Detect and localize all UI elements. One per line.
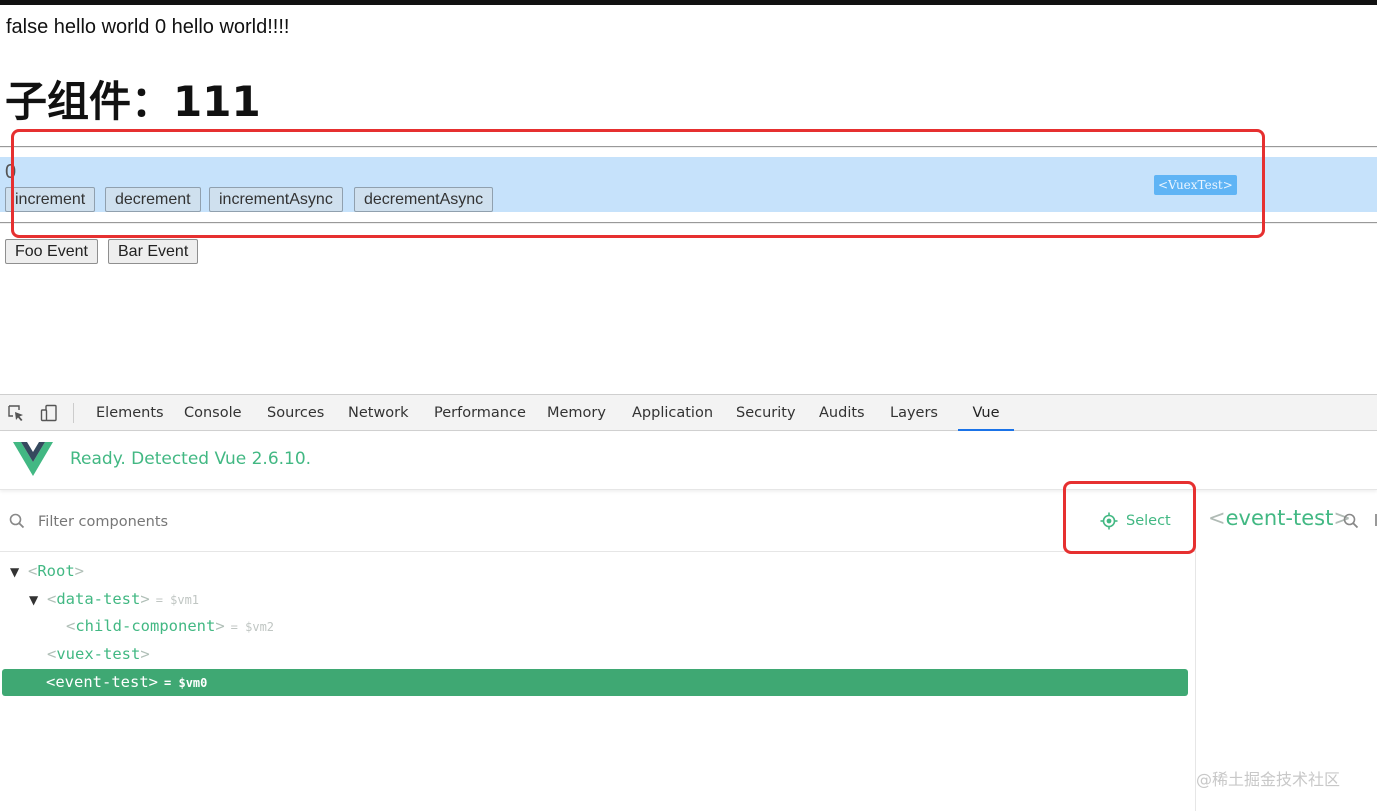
tab-layers[interactable]: Layers [890,395,938,431]
tab-performance[interactable]: Performance [434,395,526,431]
tab-audits[interactable]: Audits [819,395,865,431]
tab-network[interactable]: Network [348,395,409,431]
tab-application[interactable]: Application [632,395,713,431]
watermark: @稀土掘金技术社区 [1196,770,1341,789]
search-icon[interactable] [1343,513,1359,529]
child-component-heading: 子组件：111 [5,77,261,126]
tab-memory[interactable]: Memory [547,395,606,431]
annotation-box-select [1063,481,1196,554]
devtools-panel: Elements Console Sources Network Perform… [0,394,1377,811]
devtools-tab-bar: Elements Console Sources Network Perform… [0,395,1377,431]
inspected-component-title: <event-test> [1208,506,1351,530]
component-inspector-pane: <event-test> [1195,492,1377,811]
tab-vue[interactable]: Vue [958,395,1014,431]
inspected-component-name: event-test [1225,506,1334,530]
tree-node-root[interactable]: ▼ <Root> [10,558,84,585]
bar-event-button[interactable]: Bar Event [108,239,199,264]
tree-node-data-test[interactable]: ▼ <data-test> = $vm1 [29,586,199,613]
device-toggle-icon[interactable] [40,404,58,422]
tab-sources[interactable]: Sources [267,395,324,431]
foo-event-button[interactable]: Foo Event [5,239,98,264]
expand-arrow-icon[interactable]: ▼ [29,587,47,614]
vue-logo-icon [13,442,53,476]
data-text-line: false hello world 0 hello world!!!! [6,16,290,38]
expand-arrow-icon[interactable]: ▼ [10,559,28,586]
component-filter-bar: Select [0,492,1195,552]
tab-console[interactable]: Console [184,395,242,431]
tree-node-vuex-test[interactable]: <vuex-test> [47,641,150,668]
tab-security[interactable]: Security [736,395,796,431]
tab-separator [73,403,74,423]
tree-node-event-test[interactable]: <event-test> = $vm0 [2,669,1188,696]
annotation-box-vuex [11,129,1265,238]
inspect-element-icon[interactable] [7,404,25,422]
vue-detected-status: Ready. Detected Vue 2.6.10. [70,449,312,469]
tree-node-child-component[interactable]: <child-component> = $vm2 [66,613,274,640]
tab-elements[interactable]: Elements [96,395,164,431]
window-top-bar [0,0,1377,5]
search-icon [9,513,25,529]
filter-components-input[interactable] [38,509,438,535]
